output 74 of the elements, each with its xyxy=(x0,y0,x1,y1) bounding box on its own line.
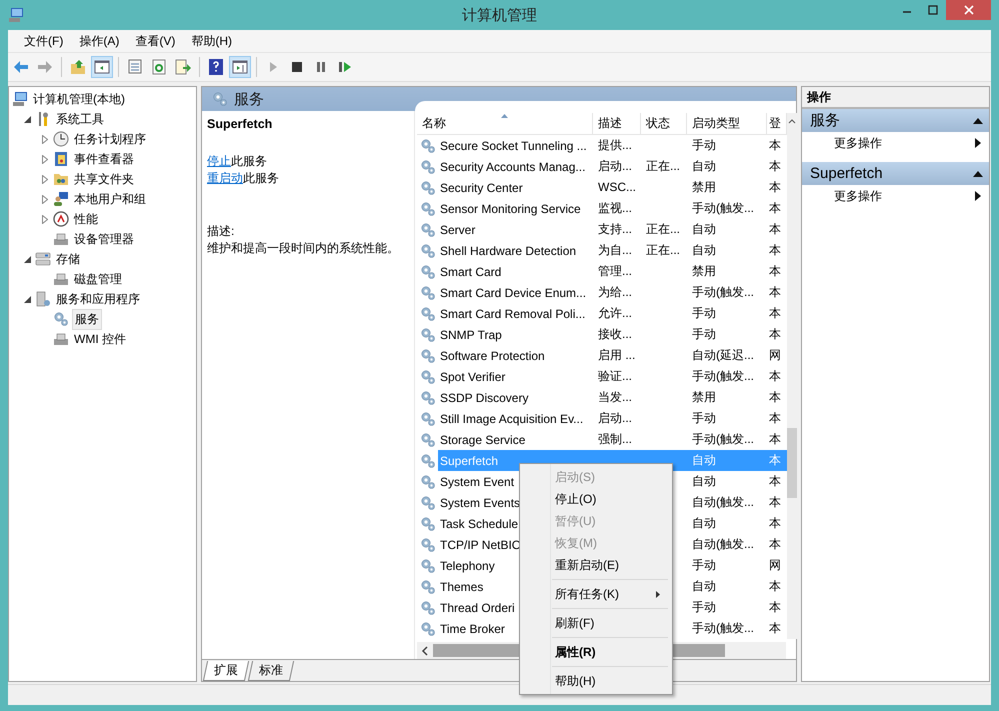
table-cell-text: 监视... xyxy=(597,200,634,217)
table-cell-text: 自动(触发... xyxy=(691,536,755,553)
table-cell-text: 本 xyxy=(768,515,782,532)
table-cell-text: 网 xyxy=(768,347,782,364)
table-cell-text: 本 xyxy=(768,473,782,490)
table-cell-text: 本 xyxy=(768,158,782,175)
table-cell-text: 手动(触发... xyxy=(691,431,755,448)
window-title: 计算机管理 xyxy=(461,6,538,25)
table-cell-text: 手动 xyxy=(691,326,717,343)
table-cell-text: 为给... xyxy=(597,284,634,301)
table-cell-text: 手动(触发... xyxy=(691,620,755,637)
table-cell-text: 本 xyxy=(768,284,782,301)
table-cell-text: 手动 xyxy=(691,305,717,322)
table-cell-text: 手动 xyxy=(691,137,717,154)
table-cell-text: 自动 xyxy=(691,578,717,595)
table-cell-text: 本 xyxy=(768,200,782,217)
table-cell-text: 手动(触发... xyxy=(691,284,755,301)
table-cell-text: 本 xyxy=(768,242,782,259)
table-cell-text: 支持... xyxy=(597,221,634,238)
table-cell-text: 本 xyxy=(768,137,782,154)
table-cell-text: 手动 xyxy=(691,599,717,616)
table-cell-text: 自动 xyxy=(691,221,717,238)
table-cell-text: 自动 xyxy=(691,473,717,490)
table-cell-text: 禁用 xyxy=(691,389,717,406)
table-cell-text: 禁用 xyxy=(691,179,717,196)
table-cell-text: 本 xyxy=(768,305,782,322)
table-cell-text: 本 xyxy=(768,389,782,406)
table-cell-text: 本 xyxy=(768,620,782,637)
table-cell-text: 验证... xyxy=(597,368,634,385)
table-cell-text: 正在... xyxy=(645,221,682,238)
link-suffix: 此服务 xyxy=(231,154,267,168)
table-cell-text: 网 xyxy=(768,557,782,574)
description-text: 维护和提高一段时间内的系统性能。 xyxy=(207,240,400,257)
table-cell-text: 自动 xyxy=(691,515,717,532)
table-cell-text: 本 xyxy=(768,536,782,553)
table-cell-text: 手动 xyxy=(691,410,717,427)
table-cell-text: 本 xyxy=(768,599,782,616)
table-cell-text: 禁用 xyxy=(691,263,717,280)
table-cell-text: 启动... xyxy=(597,158,634,175)
table-cell-text: 自动 xyxy=(691,242,717,259)
table-cell-text: 当发... xyxy=(597,389,634,406)
table-cell-text: 本 xyxy=(768,179,782,196)
table-cell-text: WSC... xyxy=(597,179,637,196)
table-cell-text: 自动(延迟... xyxy=(691,347,755,364)
table-cell-text: 手动 xyxy=(691,557,717,574)
table-cell-text: 自动 xyxy=(691,158,717,175)
table-cell-text: 本 xyxy=(768,368,782,385)
table-cell-text: 本 xyxy=(768,578,782,595)
table-cell-text: 正在... xyxy=(645,158,682,175)
table-cell-text: 手动(触发... xyxy=(691,200,755,217)
table-cell-text: 本 xyxy=(768,431,782,448)
table-cell-text: 本 xyxy=(768,494,782,511)
actions-title: 操作 xyxy=(802,87,989,109)
table-cell-text: 接收... xyxy=(597,326,634,343)
table-cell-text: 自动 xyxy=(691,452,717,469)
service-name: Superfetch xyxy=(207,117,274,131)
link-suffix: 此服务 xyxy=(243,171,279,185)
table-cell-text: 手动(触发... xyxy=(691,368,755,385)
table-cell-text: 启用 ... xyxy=(597,347,636,364)
table-cell-text: 启动... xyxy=(597,410,634,427)
table-cell-text: 本 xyxy=(768,452,782,469)
table-cell-text: 自动(触发... xyxy=(691,494,755,511)
table-cell-text: 管理... xyxy=(597,263,634,280)
table-cell-text: 允许... xyxy=(597,305,634,322)
table-cell-text: 强制... xyxy=(597,431,634,448)
panel-title: 服务 xyxy=(234,90,264,108)
table-cell-text: 本 xyxy=(768,263,782,280)
table-cell-text: 正在... xyxy=(645,242,682,259)
table-cell-text: 为自... xyxy=(597,242,634,259)
table-cell-text: 提供... xyxy=(597,137,634,154)
table-cell-text: 本 xyxy=(768,326,782,343)
table-cell-text: 本 xyxy=(768,410,782,427)
description-label: 描述: xyxy=(207,223,236,240)
table-cell-text: 本 xyxy=(768,221,782,238)
